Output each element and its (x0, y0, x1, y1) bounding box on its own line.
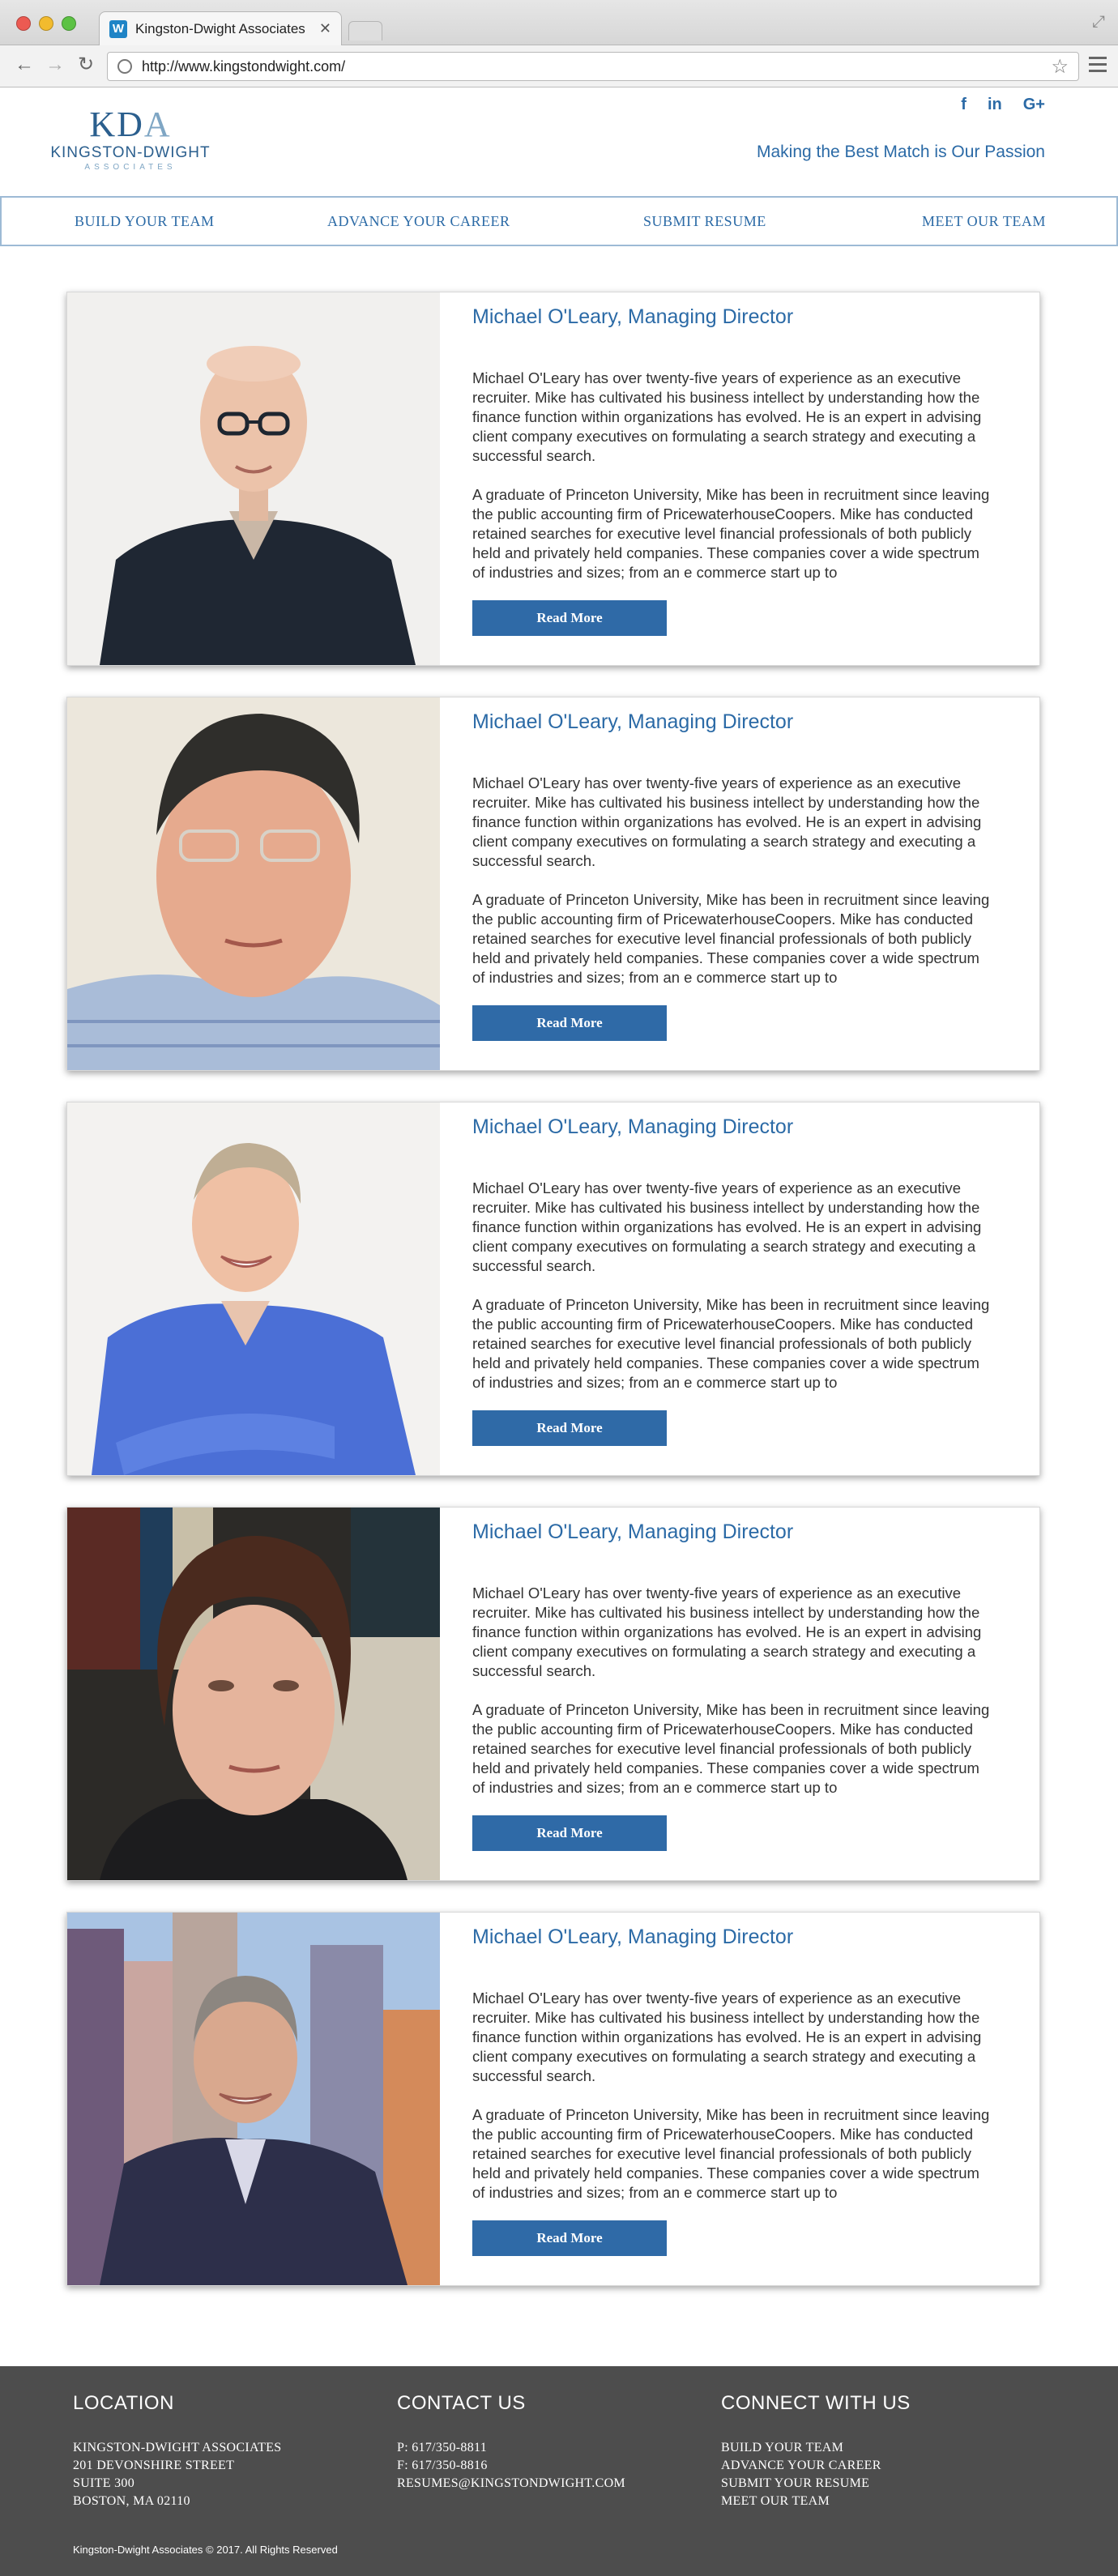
footer-link-submit-your-resume[interactable]: SUBMIT YOUR RESUME (721, 2475, 911, 2493)
read-more-button[interactable]: Read More (472, 2220, 667, 2256)
social-links: f in G+ (961, 96, 1045, 114)
team-photo (67, 1913, 440, 2285)
site-header: KDA KINGSTON-DWIGHT ASSOCIATES f in G+ M… (0, 87, 1118, 193)
tab-close-icon[interactable]: ✕ (319, 20, 331, 37)
nav-meet-our-team[interactable]: MEET OUR TEAM (922, 213, 1046, 230)
footer-link-advance-your-career[interactable]: ADVANCE YOUR CAREER (721, 2457, 911, 2475)
team-bio-paragraph: A graduate of Princeton University, Mike… (472, 891, 990, 986)
team-member-name: Michael O'Leary, Managing Director (472, 305, 794, 328)
team-photo (67, 292, 440, 665)
close-window-button[interactable] (16, 16, 31, 31)
tagline: Making the Best Match is Our Passion (757, 143, 1045, 161)
browser-menu-icon[interactable] (1089, 57, 1107, 76)
team-bio-paragraph: A graduate of Princeton University, Mike… (472, 1296, 990, 1391)
url-text[interactable]: http://www.kingstondwight.com/ (142, 58, 345, 75)
footer-phone[interactable]: P: 617/350-8811 (397, 2439, 625, 2457)
team-card: Michael O'Leary, Managing Director Micha… (66, 292, 1040, 666)
copyright: Kingston-Dwight Associates © 2017. All R… (73, 2544, 338, 2556)
team-card: Michael O'Leary, Managing Director Micha… (66, 1507, 1040, 1881)
team-member-name: Michael O'Leary, Managing Director (472, 1926, 794, 1948)
logo-sub: ASSOCIATES (84, 163, 177, 172)
google-plus-icon[interactable]: G+ (1023, 96, 1045, 114)
team-bio-paragraph: Michael O'Leary has over twenty-five yea… (472, 1179, 982, 1274)
tab-title: Kingston-Dwight Associates (135, 20, 305, 36)
browser-tab[interactable]: W Kingston-Dwight Associates ✕ (99, 11, 342, 45)
footer-address-line: BOSTON, MA 02110 (73, 2494, 190, 2508)
logo-name: KINGSTON-DWIGHT (50, 144, 211, 161)
team-bio-paragraph: Michael O'Leary has over twenty-five yea… (472, 774, 982, 869)
footer-heading: CONTACT US (397, 2392, 526, 2414)
footer-address-line: 201 DEVONSHIRE STREET (73, 2459, 235, 2472)
team-member-name: Michael O'Leary, Managing Director (472, 1115, 794, 1138)
team-bio-paragraph: Michael O'Leary has over twenty-five yea… (472, 369, 982, 464)
footer-link-meet-our-team[interactable]: MEET OUR TEAM (721, 2493, 911, 2510)
page-info-icon[interactable] (117, 59, 132, 74)
nav-submit-resume[interactable]: SUBMIT RESUME (643, 213, 766, 230)
back-arrow-icon[interactable]: ← (15, 55, 34, 75)
team-member-name: Michael O'Leary, Managing Director (472, 1520, 794, 1543)
nav-build-your-team[interactable]: BUILD YOUR TEAM (75, 213, 215, 230)
team-card: Michael O'Leary, Managing Director Micha… (66, 697, 1040, 1071)
footer-fax: F: 617/350-8816 (397, 2459, 488, 2472)
footer-email-link[interactable]: RESUMES@KINGSTONDWIGHT.COM (397, 2475, 625, 2493)
footer-heading: LOCATION (73, 2392, 174, 2414)
team-photo (67, 1102, 440, 1475)
nav-advance-your-career[interactable]: ADVANCE YOUR CAREER (327, 213, 510, 230)
new-tab-button[interactable] (348, 21, 382, 41)
team-bio-paragraph: A graduate of Princeton University, Mike… (472, 2106, 990, 2201)
browser-toolbar: ← → ↻ http://www.kingstondwight.com/ ☆ (0, 45, 1118, 87)
facebook-icon[interactable]: f (961, 96, 967, 114)
footer-connect: CONNECT WITH US BUILD YOUR TEAM ADVANCE … (721, 2392, 911, 2510)
team-card: Michael O'Leary, Managing Director Micha… (66, 1912, 1040, 2286)
address-bar[interactable]: http://www.kingstondwight.com/ ☆ (107, 52, 1079, 81)
logo-mark: KDA (89, 104, 172, 144)
team-member-name: Michael O'Leary, Managing Director (472, 710, 794, 733)
reload-icon[interactable]: ↻ (78, 55, 94, 75)
footer-heading: CONNECT WITH US (721, 2392, 911, 2414)
main-nav: BUILD YOUR TEAM ADVANCE YOUR CAREER SUBM… (0, 196, 1118, 246)
team-photo (67, 697, 440, 1070)
read-more-button[interactable]: Read More (472, 600, 667, 636)
footer-location: LOCATION KINGSTON-DWIGHT ASSOCIATES 201 … (73, 2392, 281, 2510)
site-logo[interactable]: KDA KINGSTON-DWIGHT ASSOCIATES (45, 104, 215, 173)
team-photo (67, 1508, 440, 1880)
team-bio-paragraph: A graduate of Princeton University, Mike… (472, 486, 990, 581)
footer-address-line: SUITE 300 (73, 2476, 135, 2490)
footer-address-line: KINGSTON-DWIGHT ASSOCIATES (73, 2441, 282, 2454)
zoom-window-button[interactable] (62, 16, 76, 31)
footer-link-build-your-team[interactable]: BUILD YOUR TEAM (721, 2439, 911, 2457)
linkedin-icon[interactable]: in (988, 96, 1002, 114)
read-more-button[interactable]: Read More (472, 1005, 667, 1041)
footer-contact: CONTACT US P: 617/350-8811 F: 617/350-88… (397, 2392, 625, 2493)
read-more-button[interactable]: Read More (472, 1410, 667, 1446)
read-more-button[interactable]: Read More (472, 1815, 667, 1851)
forward-arrow-icon[interactable]: → (45, 55, 65, 75)
bookmark-star-icon[interactable]: ☆ (1051, 55, 1069, 79)
team-bio-paragraph: A graduate of Princeton University, Mike… (472, 1701, 990, 1796)
team-bio-paragraph: Michael O'Leary has over twenty-five yea… (472, 1990, 982, 2084)
tab-favicon-icon: W (109, 19, 127, 38)
site-footer: LOCATION KINGSTON-DWIGHT ASSOCIATES 201 … (0, 2366, 1118, 2576)
browser-tab-bar: W Kingston-Dwight Associates ✕ ⤢ (0, 0, 1118, 45)
team-card: Michael O'Leary, Managing Director Micha… (66, 1102, 1040, 1476)
team-bio-paragraph: Michael O'Leary has over twenty-five yea… (472, 1584, 982, 1679)
minimize-window-button[interactable] (39, 16, 53, 31)
fullscreen-icon[interactable]: ⤢ (1092, 13, 1105, 32)
